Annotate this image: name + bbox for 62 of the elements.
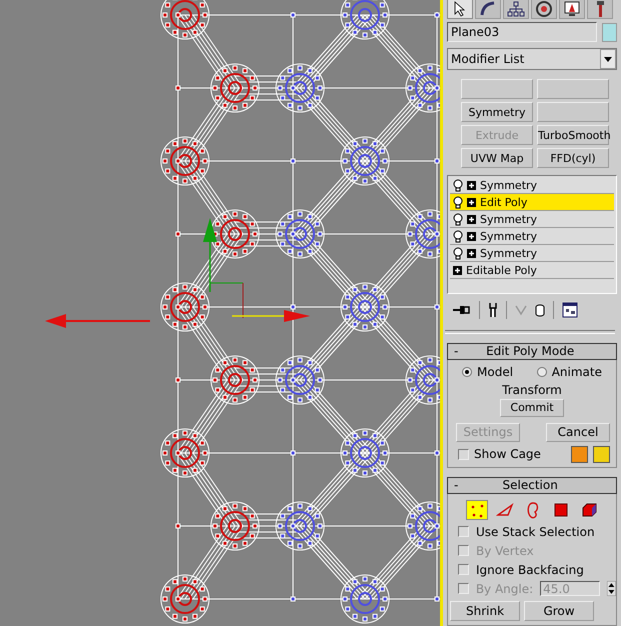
monitor-icon (563, 0, 581, 18)
modifier-stack-item[interactable]: Edit Poly (450, 194, 614, 211)
command-tab[interactable] (531, 0, 557, 19)
modifier-button[interactable]: TurboSmooth (537, 125, 609, 145)
color-swatch[interactable] (571, 446, 588, 463)
radio-button[interactable] (462, 366, 472, 377)
square-icon (552, 500, 570, 519)
modifier-button[interactable]: UVW Map (461, 148, 533, 168)
expand-plus-icon[interactable] (467, 248, 476, 258)
checkbox[interactable] (458, 448, 469, 460)
command-tab[interactable] (475, 0, 501, 19)
modifier-list-dropdown[interactable]: Modifier List (447, 48, 617, 70)
checkbox-label: Show Cage (474, 447, 542, 462)
fork-icon[interactable] (488, 302, 498, 318)
light-bulb-icon[interactable] (453, 178, 463, 192)
checkbox[interactable] (458, 526, 469, 538)
expand-plus-icon[interactable] (467, 198, 476, 206)
modifier-stack-item[interactable]: Symmetry (450, 228, 614, 245)
dropdown-arrow-icon (604, 56, 612, 62)
command-tab[interactable] (447, 0, 473, 19)
expand-plus-icon[interactable] (467, 214, 476, 224)
expand-plus-icon[interactable] (467, 180, 476, 190)
cylinder-icon[interactable] (535, 303, 545, 318)
hierarchy-icon (507, 0, 525, 18)
checkbox-label: Use Stack Selection (476, 524, 596, 539)
light-bulb-icon[interactable] (453, 246, 463, 260)
modifier-stack-item[interactable]: Symmetry (450, 245, 614, 262)
expand-plus-icon[interactable] (453, 266, 462, 274)
radio-label: Animate (552, 364, 602, 379)
modifier-button[interactable]: Symmetry (461, 102, 533, 122)
commit-button[interactable]: Commit (500, 398, 564, 417)
rollout-header[interactable]: - Edit Poly Mode (447, 342, 617, 360)
selection-button[interactable]: Grow (524, 600, 594, 621)
wheel-icon (535, 0, 553, 18)
light-bulb-icon[interactable] (453, 230, 463, 242)
command-tab[interactable] (559, 0, 585, 19)
pin-icon[interactable] (453, 304, 471, 316)
modifier-button[interactable]: FFD(cyl) (537, 148, 609, 168)
color-swatch[interactable] (593, 446, 610, 463)
configure-icon[interactable] (562, 302, 578, 318)
modifier-stack-item[interactable]: Symmetry (450, 211, 614, 228)
modifier-stack-item[interactable]: Editable Poly (450, 262, 614, 279)
expand-plus-icon[interactable] (467, 232, 476, 240)
checkbox-label: By Vertex (476, 544, 535, 558)
cube-icon (580, 500, 598, 519)
arc-icon (479, 0, 497, 18)
rollout-header[interactable]: - Selection (447, 476, 617, 494)
checkbox[interactable] (458, 564, 469, 576)
cancel-button[interactable]: Cancel (546, 422, 610, 442)
object-color-swatch[interactable] (602, 22, 617, 42)
checkbox-label: Ignore Backfacing (476, 562, 585, 577)
transform-label: Transform (502, 382, 562, 397)
subobject-button[interactable] (466, 500, 488, 520)
radio-button[interactable] (536, 366, 547, 377)
object-name-field[interactable]: Plane03 (447, 22, 597, 42)
light-bulb-icon[interactable] (453, 196, 463, 208)
selection-button[interactable]: Shrink (450, 600, 520, 621)
radio-label: Model (477, 364, 514, 379)
spinner-arrows-icon[interactable] (607, 581, 616, 596)
checkbox-label: By Angle: (476, 582, 534, 596)
light-bulb-icon[interactable] (453, 212, 463, 226)
command-tab[interactable] (503, 0, 529, 19)
